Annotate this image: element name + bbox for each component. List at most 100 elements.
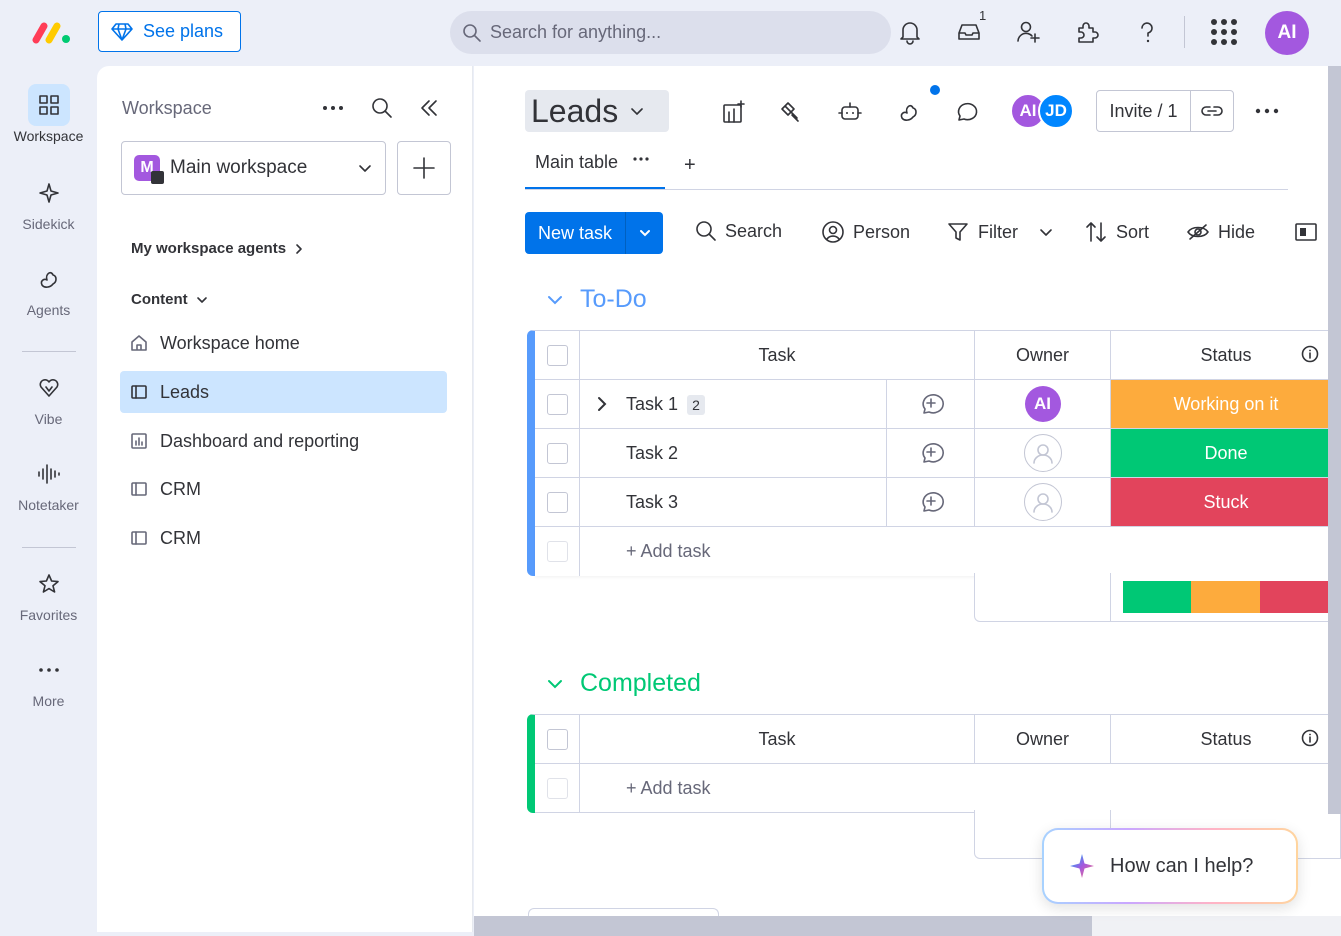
board-title-dropdown[interactable]: Leads	[525, 90, 669, 132]
info-icon[interactable]	[1301, 345, 1319, 363]
chevron-down-icon[interactable]	[546, 291, 564, 309]
task-cell[interactable]: Task 3	[580, 478, 975, 526]
add-task-input[interactable]: + Add task	[580, 527, 1341, 576]
add-row-checkbox	[546, 541, 568, 562]
star-icon	[28, 563, 70, 605]
task-name[interactable]: Task 2	[626, 443, 678, 464]
puzzle-icon[interactable]	[1074, 19, 1100, 45]
content-section-toggle[interactable]: Content	[131, 291, 208, 308]
expand-subitems-icon[interactable]	[594, 394, 610, 414]
vertical-scrollbar[interactable]	[1328, 66, 1341, 814]
board-options-icon[interactable]	[1254, 101, 1280, 121]
bell-icon[interactable]	[897, 19, 923, 45]
copy-link-icon[interactable]	[1191, 103, 1233, 119]
status-cell[interactable]: Working on it	[1111, 380, 1341, 428]
agents-icon[interactable]	[897, 99, 923, 125]
group-table-todo: Task Owner Status Task 1 2 AI Working on…	[527, 330, 1341, 576]
info-icon[interactable]	[1301, 729, 1319, 747]
monday-logo[interactable]	[32, 20, 72, 44]
rail-item-workspace[interactable]: Workspace	[0, 84, 97, 144]
nav-item-crm[interactable]: CRM	[120, 468, 447, 510]
layout-tool[interactable]	[1294, 220, 1318, 244]
tab-main-table[interactable]: Main table	[525, 152, 665, 189]
status-summary-bar[interactable]	[1111, 573, 1340, 621]
status-cell[interactable]: Done	[1111, 429, 1341, 477]
column-header-task[interactable]: Task	[580, 331, 975, 379]
rail-item-vibe[interactable]: Vibe	[0, 367, 97, 427]
nav-item-workspace-home[interactable]: Workspace home	[120, 322, 447, 364]
row-checkbox[interactable]	[546, 491, 568, 513]
row-checkbox[interactable]	[546, 442, 568, 464]
column-header-owner[interactable]: Owner	[975, 331, 1111, 379]
status-label: Working on it	[1111, 380, 1341, 428]
group-header-completed[interactable]: Completed	[546, 669, 701, 698]
topbar-divider	[1184, 16, 1185, 48]
nav-item-crm-2[interactable]: CRM	[120, 517, 447, 559]
person-filter-tool[interactable]: Person	[821, 220, 910, 244]
group-header-todo[interactable]: To-Do	[546, 285, 647, 314]
add-update-button[interactable]	[886, 478, 975, 526]
new-task-label: New task	[525, 212, 626, 254]
invite-button[interactable]: Invite / 1	[1096, 90, 1234, 132]
user-avatar[interactable]: AI	[1265, 11, 1309, 55]
new-task-button[interactable]: New task	[525, 212, 663, 254]
tab-options-icon[interactable]	[632, 152, 650, 170]
workspace-selector[interactable]: M Main workspace	[121, 141, 386, 195]
rail-item-more[interactable]: More	[0, 649, 97, 709]
apps-grid-icon[interactable]	[1210, 18, 1237, 45]
select-all-checkbox[interactable]	[546, 344, 568, 366]
workspace-search-icon[interactable]	[370, 96, 394, 120]
filter-tool[interactable]: Filter	[946, 220, 1054, 244]
updates-chat-icon[interactable]	[954, 99, 980, 125]
new-task-dropdown-icon[interactable]	[626, 226, 663, 240]
sidekick-board-icon[interactable]	[721, 99, 747, 125]
nav-item-dashboard[interactable]: Dashboard and reporting	[120, 420, 447, 462]
task-name[interactable]: Task 1	[626, 394, 678, 415]
column-header-status[interactable]: Status	[1111, 331, 1341, 379]
chevron-down-icon[interactable]	[546, 675, 564, 693]
owner-cell[interactable]: AI	[975, 380, 1111, 428]
home-icon	[151, 171, 164, 184]
collapse-panel-icon[interactable]	[417, 96, 441, 120]
hide-tool[interactable]: Hide	[1186, 220, 1255, 244]
owner-cell[interactable]	[975, 429, 1111, 477]
see-plans-button[interactable]: See plans	[98, 11, 241, 52]
nav-item-leads[interactable]: Leads	[120, 371, 447, 413]
group-name[interactable]: To-Do	[580, 285, 647, 314]
add-update-button[interactable]	[886, 429, 975, 477]
add-update-button[interactable]	[886, 380, 975, 428]
member-avatar[interactable]: JD	[1038, 93, 1074, 129]
rail-item-sidekick[interactable]: Sidekick	[0, 172, 97, 232]
rail-item-agents[interactable]: Agents	[0, 258, 97, 318]
workspace-agents-link[interactable]: My workspace agents	[131, 240, 304, 257]
horizontal-scrollbar[interactable]	[474, 916, 1092, 936]
rail-item-notetaker[interactable]: Notetaker	[0, 453, 97, 513]
add-task-input[interactable]: + Add task	[580, 764, 1341, 812]
help-icon[interactable]	[1134, 19, 1160, 45]
global-search-input[interactable]: Search for anything...	[450, 11, 891, 54]
table-row: Task 1 2 AI Working on it	[535, 380, 1341, 429]
sort-tool[interactable]: Sort	[1084, 220, 1149, 244]
row-checkbox[interactable]	[546, 393, 568, 415]
task-name[interactable]: Task 3	[626, 492, 678, 513]
status-cell[interactable]: Stuck	[1111, 478, 1341, 526]
column-header-owner[interactable]: Owner	[975, 715, 1111, 763]
column-header-task[interactable]: Task	[580, 715, 975, 763]
ai-help-button[interactable]: How can I help?	[1042, 828, 1298, 904]
sort-icon	[1086, 222, 1106, 242]
rail-item-favorites[interactable]: Favorites	[0, 563, 97, 623]
search-tool[interactable]: Search	[695, 220, 782, 242]
automations-icon[interactable]	[837, 99, 863, 125]
integrations-icon[interactable]	[778, 99, 804, 125]
task-cell[interactable]: Task 1 2	[580, 380, 975, 428]
workspace-options-icon[interactable]	[321, 96, 345, 120]
chevron-down-icon[interactable]	[1038, 224, 1054, 240]
column-header-status[interactable]: Status	[1111, 715, 1341, 763]
select-all-checkbox[interactable]	[546, 728, 568, 750]
task-cell[interactable]: Task 2	[580, 429, 975, 477]
invite-user-icon[interactable]	[1015, 19, 1041, 45]
add-view-button[interactable]: +	[684, 154, 696, 177]
owner-cell[interactable]	[975, 478, 1111, 526]
add-item-button[interactable]	[397, 141, 451, 195]
group-name[interactable]: Completed	[580, 669, 701, 698]
